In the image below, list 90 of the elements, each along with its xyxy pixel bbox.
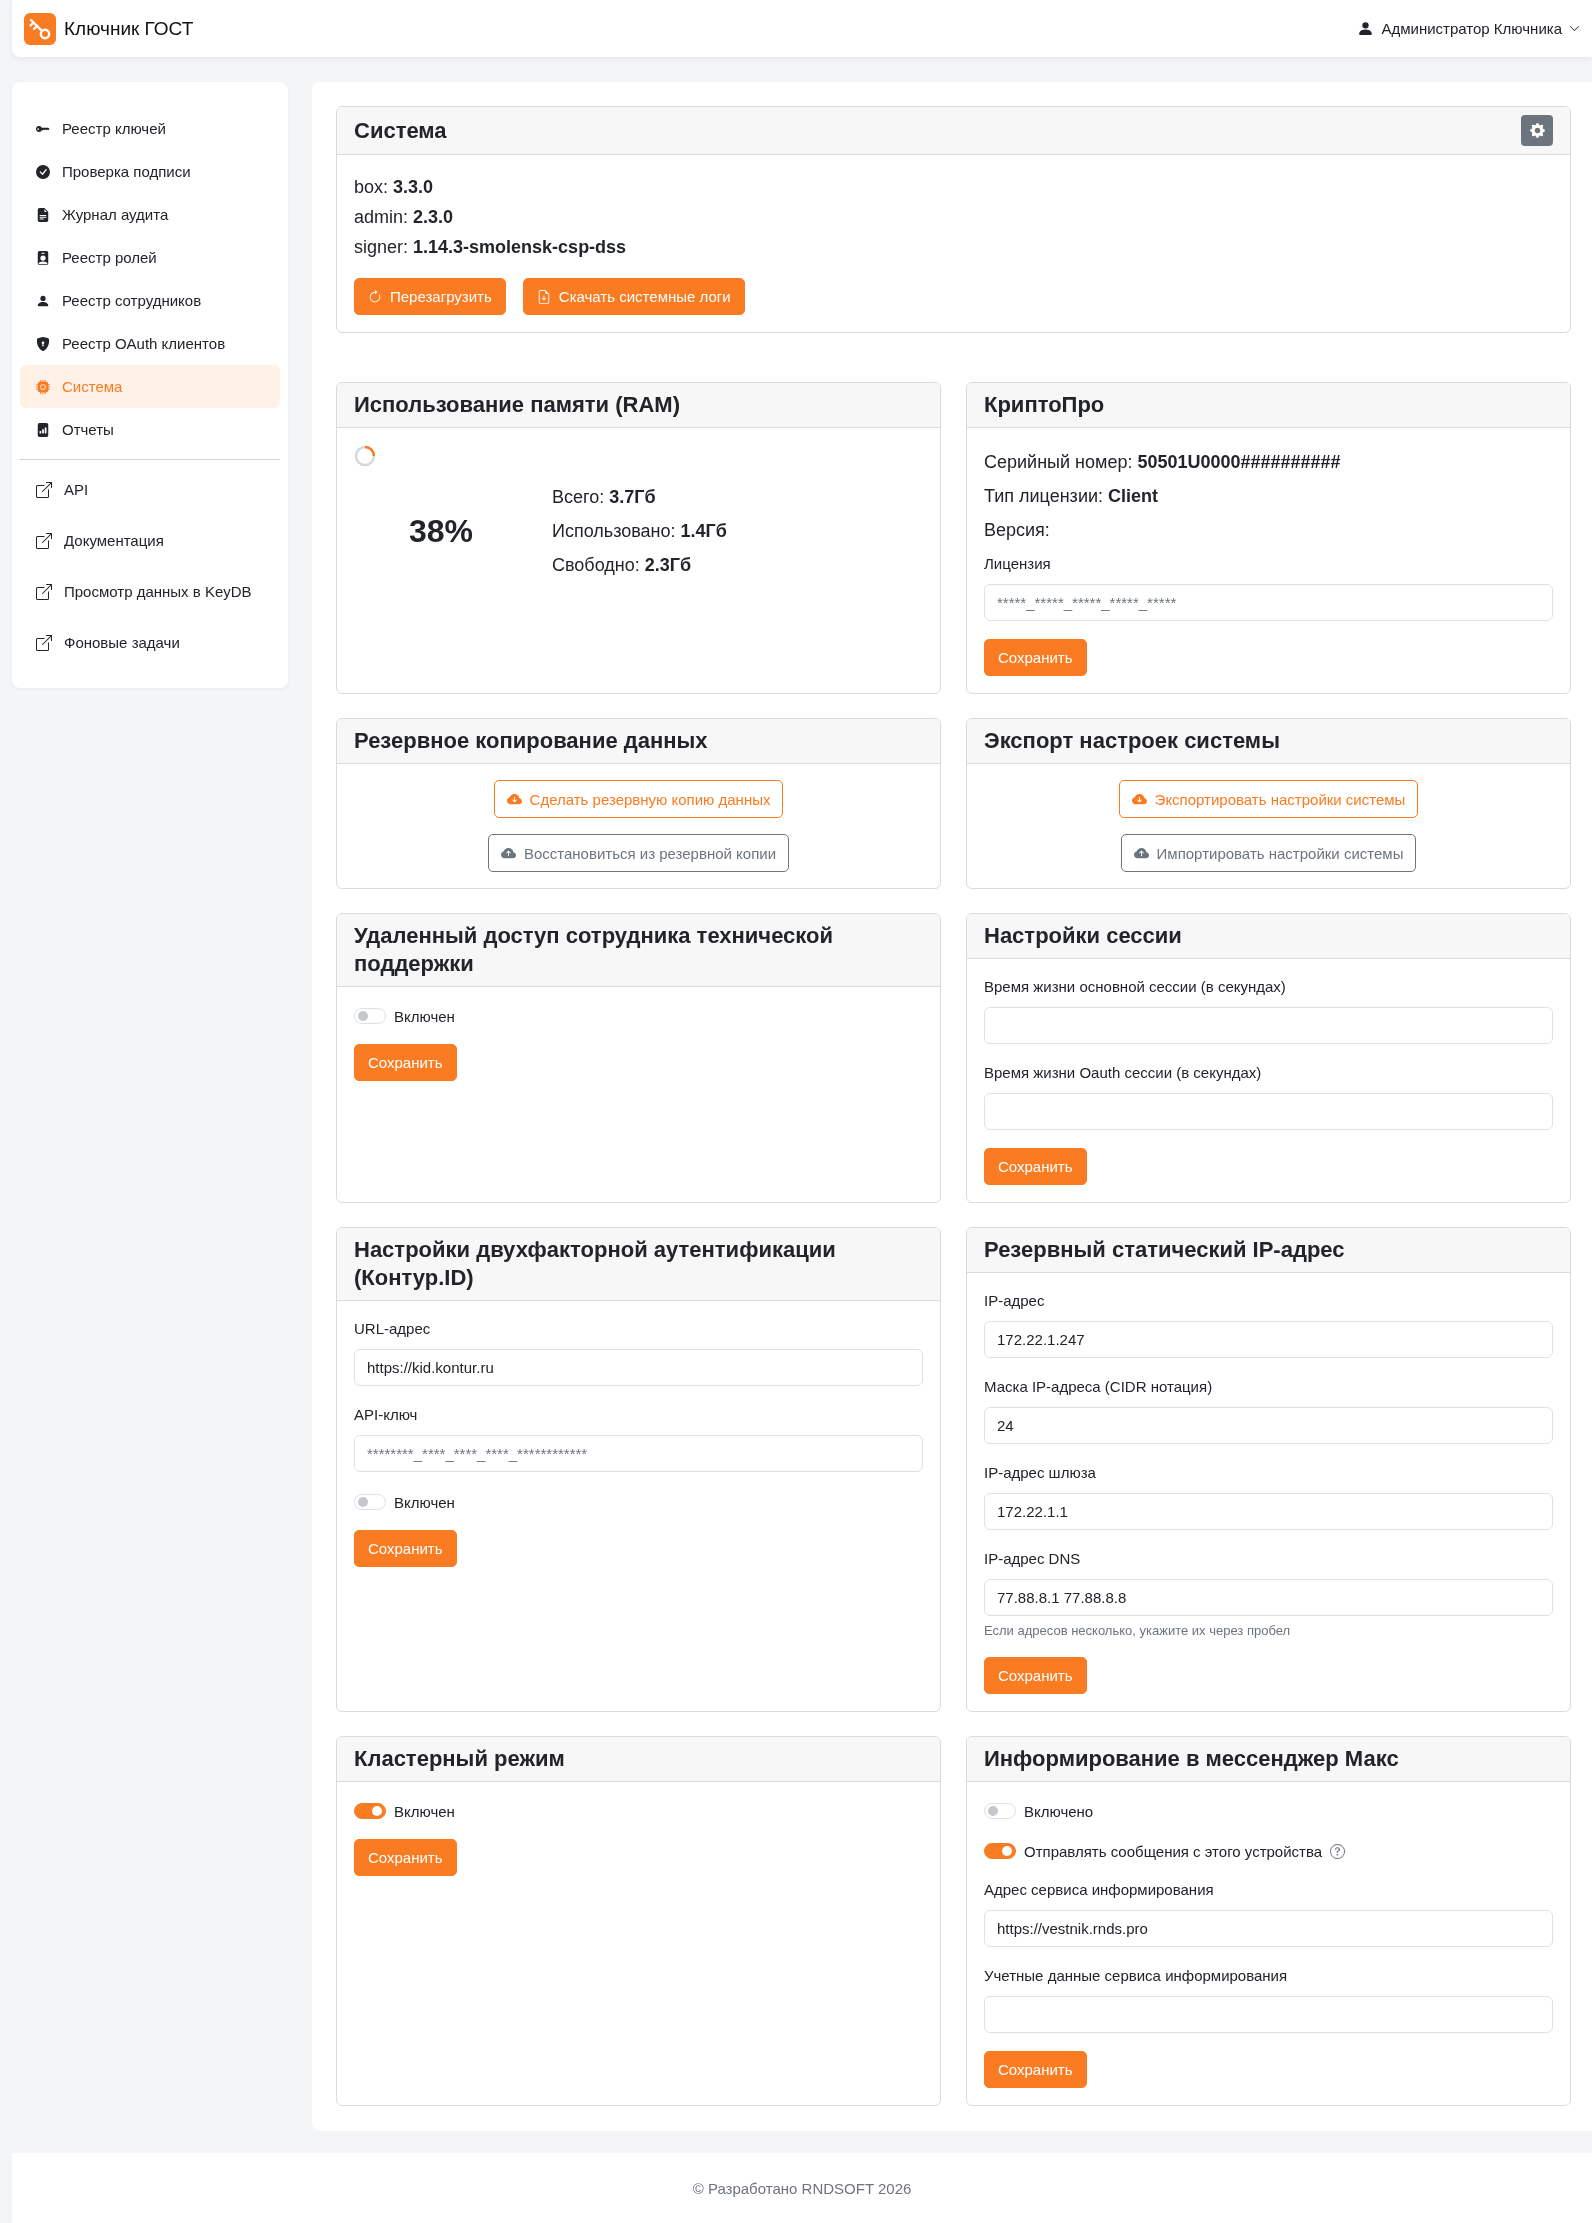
memory-percent: 38%: [407, 512, 474, 550]
card-title: Кластерный режим: [354, 1745, 565, 1773]
toggle-switch[interactable]: [354, 1803, 386, 1819]
field-label: Адрес сервиса информирования: [984, 1880, 1215, 1900]
toggle-label: Включен: [394, 1493, 455, 1511]
card-title: Резервное копирование данных: [354, 727, 708, 755]
input-field[interactable]: 77.88.8.1 77.88.8.8: [984, 1579, 1553, 1616]
chip-icon: [36, 379, 50, 394]
outline-button[interactable]: Импортировать настройки системы: [1120, 834, 1417, 872]
field-label: API-ключ: [354, 1405, 419, 1425]
outline-button[interactable]: Восстановиться из резервной копии: [487, 834, 790, 872]
card-title: Резервный статический IP-адрес: [984, 1236, 1345, 1264]
card-title: Использование памяти (RAM): [354, 391, 680, 419]
sidebar-item[interactable]: Журнал аудита: [20, 193, 280, 236]
sidebar-item[interactable]: Отчеты: [20, 408, 280, 451]
sidebar-item[interactable]: Проверка подписи: [20, 150, 280, 193]
card-title: КриптоПро: [984, 391, 1105, 419]
field-label: URL-адрес: [354, 1319, 432, 1339]
sidebar-link[interactable]: API: [20, 464, 280, 515]
input-field[interactable]: 24: [984, 1407, 1553, 1444]
toggle-switch[interactable]: [984, 1843, 1016, 1859]
cloud-download-icon: [1131, 791, 1147, 807]
field-label: Лицензия: [984, 554, 1052, 574]
license-info-line: Серийный номер: 50501U0000##########: [984, 451, 1341, 474]
input-field[interactable]: [984, 1996, 1553, 2033]
refresh-icon: [368, 289, 382, 304]
app-title: Ключник ГОСТ: [64, 17, 194, 40]
cloud-download-icon: [506, 791, 522, 807]
settings-button[interactable]: [1521, 115, 1553, 146]
card-title: Настройки сессии: [984, 922, 1182, 950]
input-field[interactable]: 172.22.1.247: [984, 1321, 1553, 1358]
card-title: Информирование в мессенджер Макс: [984, 1745, 1399, 1773]
sidebar-link[interactable]: Просмотр данных в KeyDB: [20, 566, 280, 617]
badge-icon: [36, 250, 50, 265]
sidebar-link[interactable]: Документация: [20, 515, 280, 566]
document-icon: [36, 207, 50, 222]
external-link-icon: [36, 481, 52, 498]
external-link-icon: [36, 583, 52, 600]
version-line: admin: 2.3.0: [354, 206, 454, 229]
field-label: IP-адрес DNS: [984, 1549, 1082, 1569]
sidebar-item[interactable]: Реестр OAuth клиентов: [20, 322, 280, 365]
sidebar-item[interactable]: Реестр сотрудников: [20, 279, 280, 322]
help-icon[interactable]: [1330, 1843, 1346, 1859]
person-icon: [1357, 20, 1375, 37]
field-label: Учетные данные сервиса информирования: [984, 1966, 1289, 1986]
sidebar-link[interactable]: Фоновые задачи: [20, 617, 280, 668]
version-line: signer: 1.14.3-smolensk-csp-dss: [354, 236, 627, 259]
toggle-label: Включен: [394, 1007, 455, 1025]
toggle-label: Отправлять сообщения с этого устройства: [1024, 1842, 1323, 1860]
license-info-line: Версия:: [984, 519, 1050, 542]
bar-chart-icon: [36, 422, 50, 437]
memory-stat: Использовано: 1.4Гб: [552, 520, 727, 543]
cloud-upload-icon: [500, 845, 516, 861]
input-field[interactable]: [984, 1007, 1553, 1044]
toggle-label: Включен: [394, 1802, 455, 1820]
external-link-icon: [36, 634, 52, 651]
input-field[interactable]: https://vestnik.rnds.pro: [984, 1910, 1553, 1947]
key-logo-icon: [24, 12, 56, 45]
input-field[interactable]: ********_****_****_****_************: [354, 1435, 923, 1472]
license-info-line: Тип лицензии: Client: [984, 485, 1158, 508]
field-label: Время жизни Oauth сессии (в секундах): [984, 1063, 1263, 1083]
loading-spinner-icon: [354, 445, 376, 467]
memory-stat: Всего: 3.7Гб: [552, 486, 657, 509]
person-icon: [36, 293, 50, 308]
settings-icon: [1529, 123, 1545, 138]
shield-icon: [36, 336, 50, 351]
memory-stat: Свободно: 2.3Гб: [552, 554, 693, 577]
card-title: Система: [354, 116, 447, 145]
input-field[interactable]: [984, 1093, 1553, 1130]
toggle-label: Включено: [1024, 1802, 1094, 1820]
user-menu[interactable]: Администратор Ключника: [1357, 20, 1580, 37]
input-field[interactable]: 172.22.1.1: [984, 1493, 1553, 1530]
field-label: Маска IP-адреса (CIDR нотация): [984, 1377, 1214, 1397]
cloud-upload-icon: [1133, 845, 1149, 861]
sidebar-item[interactable]: Реестр ролей: [20, 236, 280, 279]
input-field[interactable]: https://kid.kontur.ru: [354, 1349, 923, 1386]
footer-text: © Разработано RNDSOFT 2026: [692, 2179, 912, 2197]
field-label: IP-адрес шлюза: [984, 1463, 1097, 1483]
external-link-icon: [36, 532, 52, 549]
field-hint: Если адресов несколько, укажите их через пробел: [984, 1622, 1292, 1639]
file-download-icon: [536, 289, 551, 304]
card-title: Экспорт настроек системы: [984, 727, 1280, 755]
sidebar-item[interactable]: Реестр ключей: [20, 107, 280, 150]
field-label: Время жизни основной сессии (в секундах): [984, 977, 1287, 997]
input-field[interactable]: *****_*****_*****_*****_*****: [984, 584, 1553, 621]
field-label: IP-адрес: [984, 1291, 1046, 1311]
chevron-down-icon: [1569, 23, 1580, 34]
card-title: Настройки двухфакторной аутентификации (Контур.ID): [354, 1236, 837, 1292]
card-title: Удаленный доступ сотрудника технической поддержки: [354, 922, 834, 978]
version-line: box: 3.3.0: [354, 176, 434, 199]
